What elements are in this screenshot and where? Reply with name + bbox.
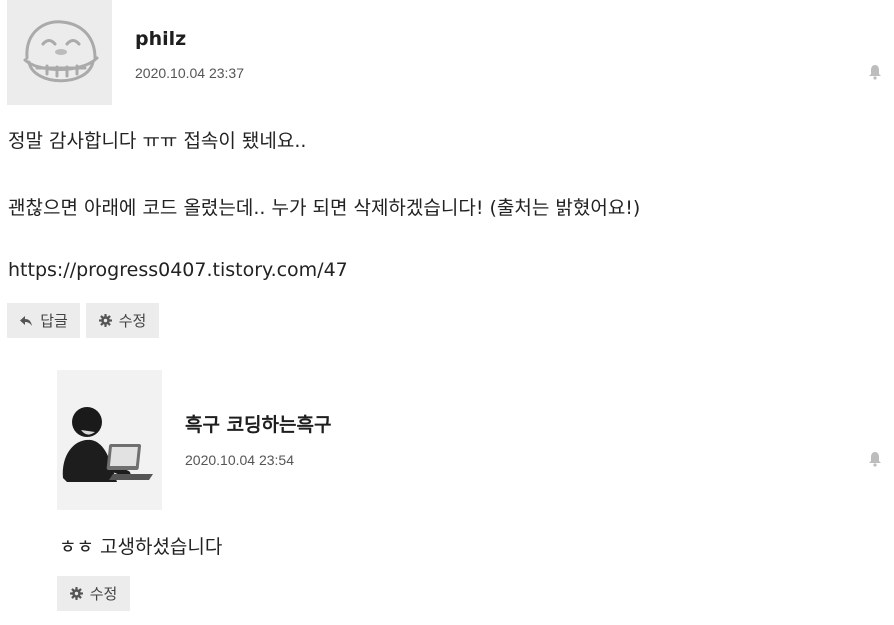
comment-text-line: 정말 감사합니다 ㅠㅠ 접속이 됐네요.. — [8, 130, 307, 152]
reply-text-line: ㅎㅎ 고생하셨습니다 — [59, 536, 223, 558]
comment-timestamp: 2020.10.04 23:37 — [135, 65, 244, 81]
edit-button[interactable]: 수정 — [57, 576, 130, 611]
edit-button-label: 수정 — [118, 312, 147, 330]
comment-link[interactable]: https://progress0407.tistory.com/47 — [8, 259, 348, 281]
edit-button[interactable]: 수정 — [86, 303, 159, 338]
avatar[interactable] — [57, 370, 162, 510]
reply-timestamp: 2020.10.04 23:54 — [185, 452, 294, 468]
bell-icon[interactable] — [868, 64, 882, 80]
laughing-face-avatar-icon — [23, 20, 99, 83]
reply-button-label: 답글 — [40, 312, 68, 330]
comment-text-line: 괜찮으면 아래에 코드 올렸는데.. 누가 되면 삭제하겠습니다! (출처는 밝… — [8, 197, 641, 219]
comment-author[interactable]: philz — [135, 28, 186, 50]
avatar[interactable] — [7, 0, 112, 105]
reply-button[interactable]: 답글 — [7, 303, 80, 338]
person-at-laptop-avatar-icon — [62, 407, 153, 482]
reply-author[interactable]: 흑구 코딩하는흑구 — [185, 410, 331, 437]
reply-item: 흑구 코딩하는흑구 2020.10.04 23:54 ㅎㅎ 고생하셨습니다 수정 — [0, 370, 894, 625]
reply-arrow-icon — [20, 315, 33, 326]
bell-icon[interactable] — [868, 451, 882, 467]
gear-icon — [69, 587, 83, 600]
gear-icon — [98, 314, 112, 327]
edit-button-label: 수정 — [89, 585, 118, 603]
comment-item: philz 2020.10.04 23:37 정말 감사합니다 ㅠㅠ 접속이 됐… — [0, 0, 894, 345]
